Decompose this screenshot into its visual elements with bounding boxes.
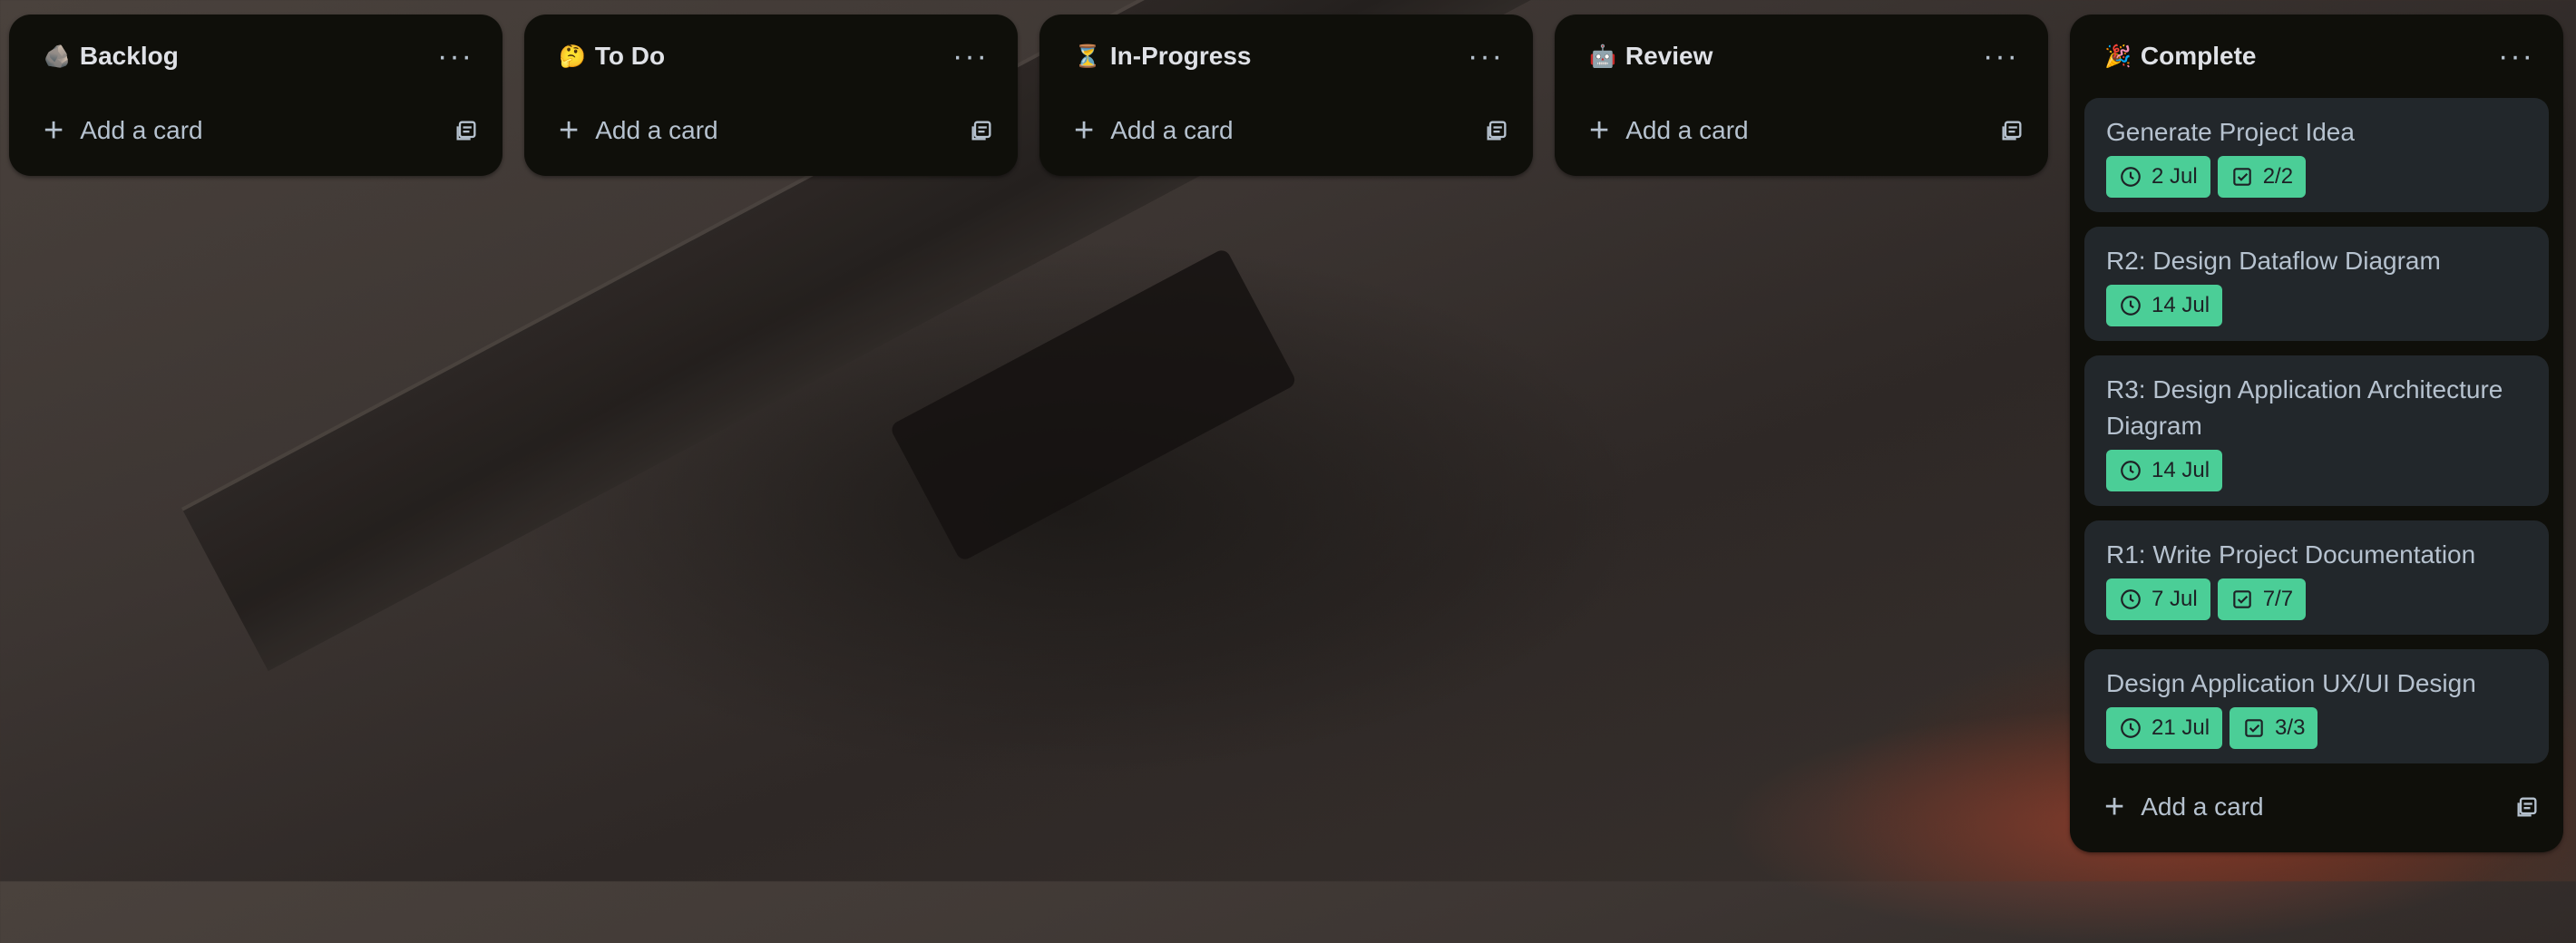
- card-list: Generate Project Idea 2 Jul 2/2 R2: Desi…: [2070, 98, 2563, 763]
- add-card-row: + Add a card: [9, 98, 503, 163]
- list-complete: 🎉 Complete ··· Generate Project Idea 2 J…: [2070, 15, 2563, 852]
- checkbox-icon: [2245, 719, 2263, 737]
- clock-icon: [2121, 589, 2141, 609]
- plus-icon: +: [44, 112, 64, 150]
- robot-emoji-icon: 🤖: [1589, 44, 1616, 69]
- list-header: 🤔 To Do ···: [524, 15, 1018, 98]
- clock-icon: [2121, 167, 2141, 187]
- list-title-text: Backlog: [79, 42, 179, 70]
- card-title: Design Application UX/UI Design: [2106, 669, 2476, 697]
- add-card-label: Add a card: [80, 116, 203, 144]
- list-title[interactable]: ⏳ In-Progress: [1074, 42, 1252, 71]
- card-template-icon[interactable]: [454, 118, 479, 143]
- add-card-label: Add a card: [1625, 116, 1749, 144]
- card-template-icon[interactable]: [2514, 794, 2540, 820]
- card-title: R2: Design Dataflow Diagram: [2106, 247, 2441, 275]
- list-header: 🤖 Review ···: [1555, 15, 2048, 98]
- add-card-row: + Add a card: [1555, 98, 2048, 163]
- add-card-button[interactable]: + Add a card: [1589, 113, 1749, 148]
- more-icon[interactable]: ···: [945, 31, 996, 82]
- list-header: 🎉 Complete ···: [2070, 15, 2563, 98]
- checkbox-icon: [2232, 168, 2251, 186]
- add-card-row: + Add a card: [1039, 98, 1533, 163]
- checklist-count: 3/3: [2275, 715, 2306, 740]
- checklist-badge: 2/2: [2217, 156, 2307, 198]
- due-date-badge[interactable]: 2 Jul: [2106, 156, 2210, 198]
- checklist-count: 7/7: [2262, 587, 2294, 611]
- list-title[interactable]: 🤖 Review: [1589, 42, 1712, 71]
- clock-icon: [2121, 718, 2141, 738]
- list-title-text: Complete: [2140, 42, 2257, 70]
- party-emoji-icon: 🎉: [2104, 44, 2132, 69]
- card-template-icon[interactable]: [1484, 118, 1509, 143]
- more-icon[interactable]: ···: [2491, 31, 2542, 82]
- card[interactable]: Generate Project Idea 2 Jul 2/2: [2084, 98, 2549, 212]
- list-header: ⏳ In-Progress ···: [1039, 15, 1533, 98]
- add-card-row: + Add a card: [524, 98, 1018, 163]
- more-icon[interactable]: ···: [430, 31, 481, 82]
- checkbox-icon: [2232, 590, 2251, 608]
- due-date-badge[interactable]: 14 Jul: [2106, 450, 2223, 491]
- list-to-do: 🤔 To Do ··· + Add a card: [524, 15, 1018, 176]
- add-card-button[interactable]: + Add a card: [44, 113, 203, 148]
- add-card-row: + Add a card: [2070, 774, 2563, 840]
- more-icon[interactable]: ···: [1976, 31, 2026, 82]
- card-badges: 2 Jul 2/2: [2106, 156, 2527, 198]
- list-in-progress: ⏳ In-Progress ··· + Add a card: [1039, 15, 1533, 176]
- card[interactable]: R3: Design Application Architecture Diag…: [2084, 355, 2549, 506]
- add-card-label: Add a card: [2141, 792, 2264, 821]
- list-title[interactable]: 🎉 Complete: [2104, 42, 2256, 71]
- card[interactable]: R2: Design Dataflow Diagram 14 Jul: [2084, 227, 2549, 341]
- list-header: 🪨 Backlog ···: [9, 15, 503, 98]
- due-date-label: 2 Jul: [2152, 164, 2198, 189]
- checklist-badge: 3/3: [2230, 707, 2318, 749]
- due-date-label: 21 Jul: [2152, 715, 2210, 740]
- due-date-label: 14 Jul: [2152, 458, 2210, 482]
- due-date-badge[interactable]: 21 Jul: [2106, 707, 2223, 749]
- plus-icon: +: [2104, 788, 2125, 826]
- plus-icon: +: [1074, 112, 1095, 150]
- card-title: R3: Design Application Architecture Diag…: [2106, 375, 2503, 440]
- list-title-text: To Do: [594, 42, 666, 70]
- plus-icon: +: [559, 112, 580, 150]
- add-card-button[interactable]: + Add a card: [1074, 113, 1234, 148]
- more-icon[interactable]: ···: [1460, 31, 1511, 82]
- list-backlog: 🪨 Backlog ··· + Add a card: [9, 15, 503, 176]
- due-date-badge[interactable]: 7 Jul: [2106, 578, 2210, 620]
- card-title: R1: Write Project Documentation: [2106, 540, 2476, 569]
- checklist-badge: 7/7: [2217, 578, 2307, 620]
- card-badges: 7 Jul 7/7: [2106, 578, 2527, 620]
- card[interactable]: Design Application UX/UI Design 21 Jul 3…: [2084, 649, 2549, 763]
- add-card-label: Add a card: [1110, 116, 1234, 144]
- card-template-icon[interactable]: [969, 118, 994, 143]
- card-badges: 14 Jul: [2106, 450, 2527, 491]
- list-title-text: In-Progress: [1109, 42, 1252, 70]
- plus-icon: +: [1589, 112, 1610, 150]
- list-title-text: Review: [1625, 42, 1713, 70]
- add-card-label: Add a card: [595, 116, 718, 144]
- checklist-count: 2/2: [2262, 164, 2294, 189]
- rock-emoji-icon: 🪨: [44, 44, 71, 69]
- due-date-label: 7 Jul: [2152, 587, 2198, 611]
- card[interactable]: R1: Write Project Documentation 7 Jul 7/…: [2084, 520, 2549, 635]
- card-template-icon[interactable]: [1999, 118, 2025, 143]
- clock-icon: [2121, 461, 2141, 481]
- card-title: Generate Project Idea: [2106, 118, 2355, 146]
- add-card-button[interactable]: + Add a card: [559, 113, 718, 148]
- thinking-emoji-icon: 🤔: [559, 44, 586, 69]
- due-date-label: 14 Jul: [2152, 293, 2210, 317]
- clock-icon: [2121, 296, 2141, 316]
- list-review: 🤖 Review ··· + Add a card: [1555, 15, 2048, 176]
- add-card-button[interactable]: + Add a card: [2104, 790, 2264, 824]
- card-badges: 14 Jul: [2106, 285, 2527, 326]
- list-title[interactable]: 🤔 To Do: [559, 42, 665, 71]
- card-badges: 21 Jul 3/3: [2106, 707, 2527, 749]
- hourglass-emoji-icon: ⏳: [1074, 44, 1101, 69]
- list-title[interactable]: 🪨 Backlog: [44, 42, 179, 71]
- due-date-badge[interactable]: 14 Jul: [2106, 285, 2223, 326]
